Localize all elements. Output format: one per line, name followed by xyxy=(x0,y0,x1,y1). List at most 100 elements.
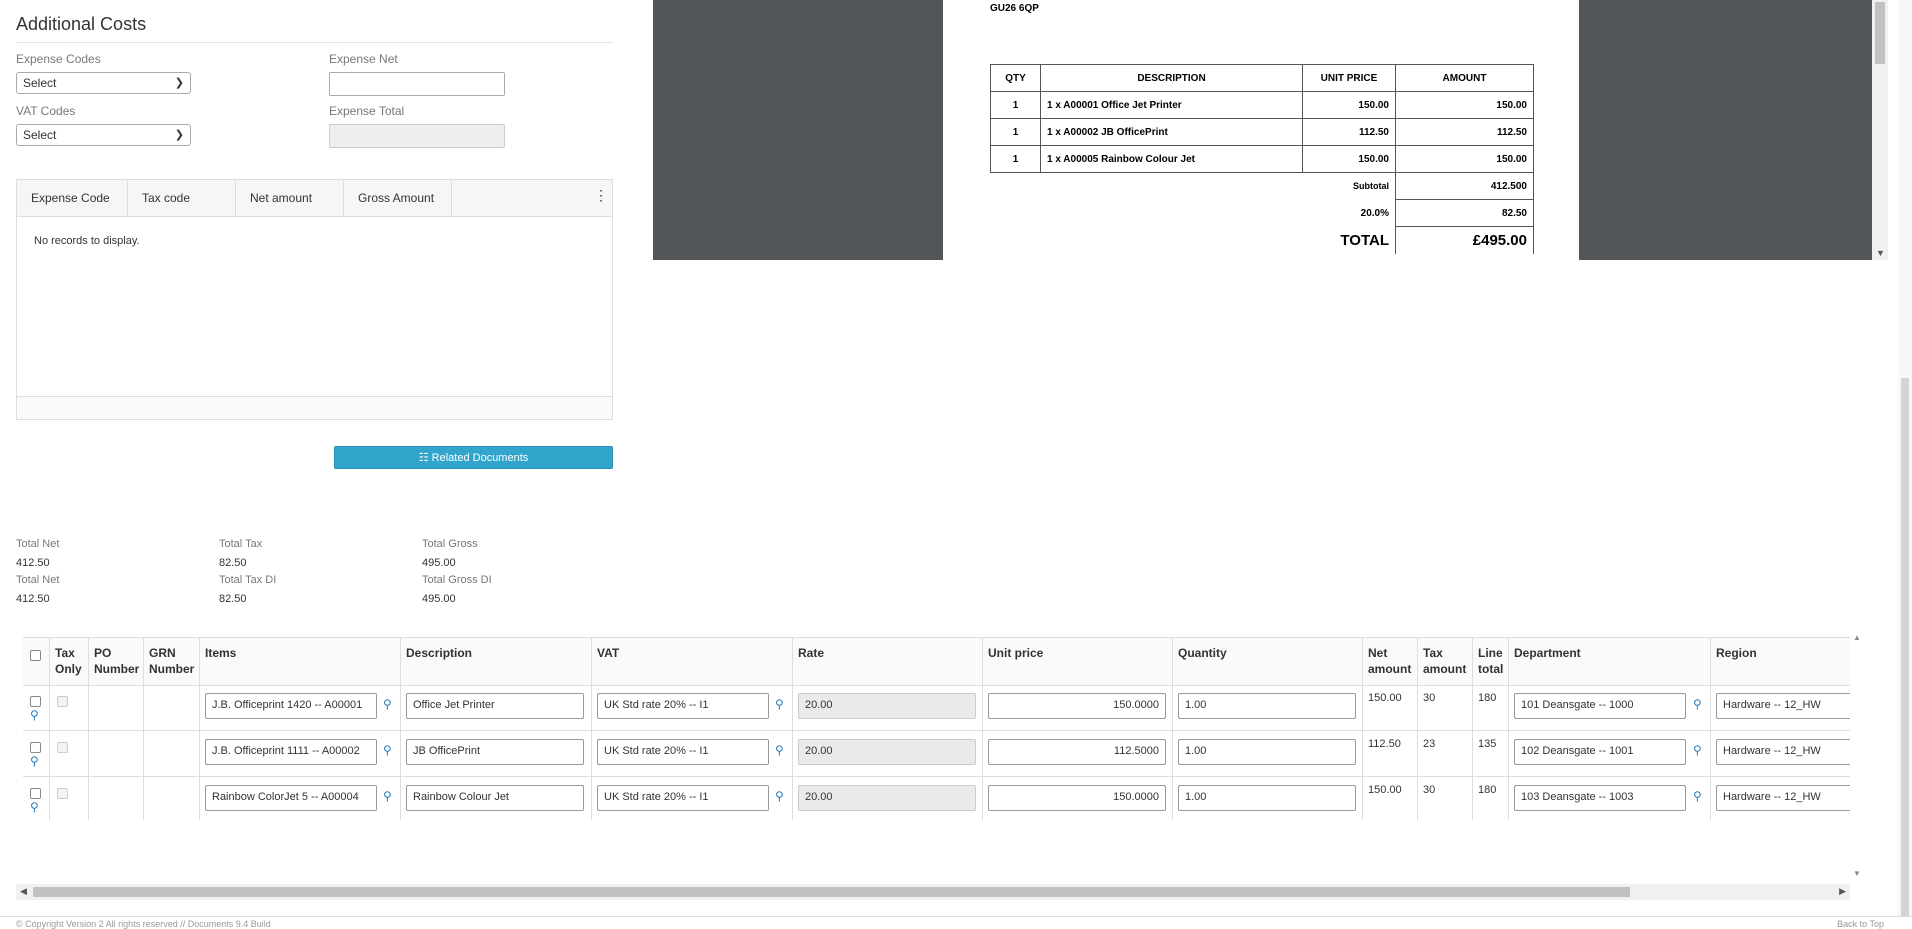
row-select-checkbox[interactable] xyxy=(30,742,41,753)
search-icon[interactable]: ⚲ xyxy=(30,800,39,814)
column-header-description[interactable]: Description xyxy=(401,638,592,685)
column-header-tax-only[interactable]: Tax Only xyxy=(50,638,89,685)
item-input[interactable]: J.B. Officeprint 1420 -- A00001 xyxy=(205,693,377,719)
preview-scrollbar-thumb[interactable] xyxy=(1875,2,1885,64)
search-icon[interactable]: ⚲ xyxy=(775,743,784,757)
preview-scrollbar[interactable]: ▼ xyxy=(1872,0,1888,260)
line-total-value: 180 xyxy=(1478,692,1497,704)
unit-price-cell: 150.0000 xyxy=(983,776,1173,820)
line-total-cell: 180 xyxy=(1473,776,1509,820)
invoice-subtotal-value: 412.500 xyxy=(1395,172,1534,200)
total-net-value: 412.50 xyxy=(16,557,50,569)
page-scrollbar-thumb[interactable] xyxy=(1901,378,1909,918)
lines-grid-vertical-scrollbar[interactable]: ▲ ▼ xyxy=(1850,633,1864,878)
vat-input[interactable]: UK Std rate 20% -- I1 xyxy=(597,785,769,811)
items-cell: J.B. Officeprint 1420 -- A00001 ⚲ xyxy=(200,684,401,730)
no-records-message: No records to display. xyxy=(34,235,140,247)
invoice-row: 1 1 x A00002 JB OfficePrint 112.50 112.5… xyxy=(990,118,1534,146)
total-tax-di: Total Tax DI 82.50 xyxy=(219,574,276,605)
select-all-cell xyxy=(23,638,50,685)
column-header-region[interactable]: Region xyxy=(1711,638,1850,685)
column-menu-icon[interactable]: ⋮ xyxy=(594,187,608,204)
expense-codes-select[interactable]: Select ❯ xyxy=(16,72,191,94)
column-header-grn-number[interactable]: GRN Number xyxy=(144,638,200,685)
search-icon[interactable]: ⚲ xyxy=(383,789,392,803)
invoice-total-label: TOTAL xyxy=(1340,231,1389,249)
region-input[interactable]: Hardware -- 12_HW xyxy=(1716,693,1850,719)
department-input[interactable]: 103 Deansgate -- 1003 xyxy=(1514,785,1686,811)
total-gross-di: Total Gross DI 495.00 xyxy=(422,574,492,605)
vat-codes-label: VAT Codes xyxy=(16,104,76,118)
tax-amount-cell: 23 xyxy=(1418,730,1473,776)
invoice-qty: 1 xyxy=(990,118,1041,146)
page-footer: © Copyright Version 2 All rights reserve… xyxy=(0,916,1912,929)
search-icon[interactable]: ⚲ xyxy=(1693,743,1702,757)
scroll-left-icon[interactable]: ◀ xyxy=(20,886,27,897)
rate-cell: 20.00 xyxy=(793,730,983,776)
row-select-checkbox[interactable] xyxy=(30,788,41,799)
search-icon[interactable]: ⚲ xyxy=(775,789,784,803)
quantity-input[interactable]: 1.00 xyxy=(1178,785,1356,811)
column-header-quantity[interactable]: Quantity xyxy=(1173,638,1363,685)
related-documents-button[interactable]: ☷ Related Documents xyxy=(334,446,613,469)
vat-input[interactable]: UK Std rate 20% -- I1 xyxy=(597,693,769,719)
additional-costs-grid-footer xyxy=(17,396,612,419)
unit-price-input[interactable]: 112.5000 xyxy=(988,739,1166,765)
column-header-net-amount[interactable]: Net amount xyxy=(1363,638,1418,685)
search-icon[interactable]: ⚲ xyxy=(383,697,392,711)
column-header-po-number[interactable]: PO Number xyxy=(89,638,144,685)
scroll-up-icon[interactable]: ▲ xyxy=(1853,633,1861,642)
description-cell: Rainbow Colour Jet xyxy=(401,776,592,820)
column-header-rate[interactable]: Rate xyxy=(793,638,983,685)
search-icon[interactable]: ⚲ xyxy=(1693,789,1702,803)
invoice-vat-label: 20.0% xyxy=(1360,207,1389,219)
description-input[interactable]: JB OfficePrint xyxy=(406,739,584,765)
column-header-unit-price[interactable]: Unit price xyxy=(983,638,1173,685)
page-scrollbar[interactable] xyxy=(1898,0,1912,928)
description-input[interactable]: Office Jet Printer xyxy=(406,693,584,719)
search-icon[interactable]: ⚲ xyxy=(775,697,784,711)
column-header-tax-amount[interactable]: Tax amount xyxy=(1418,638,1473,685)
item-input[interactable]: Rainbow ColorJet 5 -- A00004 xyxy=(205,785,377,811)
total-net-di: Total Net 412.50 xyxy=(16,574,59,605)
scroll-down-icon[interactable]: ▼ xyxy=(1876,248,1885,258)
column-header-vat[interactable]: VAT xyxy=(592,638,793,685)
vat-codes-select[interactable]: Select ❯ xyxy=(16,124,191,146)
unit-price-input[interactable]: 150.0000 xyxy=(988,693,1166,719)
total-net-di-label: Total Net xyxy=(16,574,60,586)
lines-grid-horizontal-scrollbar[interactable]: ◀ ▶ xyxy=(16,884,1850,900)
vat-input[interactable]: UK Std rate 20% -- I1 xyxy=(597,739,769,765)
column-header-gross-amount[interactable]: Gross Amount xyxy=(344,180,452,216)
description-input[interactable]: Rainbow Colour Jet xyxy=(406,785,584,811)
unit-price-input[interactable]: 150.0000 xyxy=(988,785,1166,811)
column-header-net-amount[interactable]: Net amount xyxy=(236,180,344,216)
search-icon[interactable]: ⚲ xyxy=(30,708,39,722)
invoice-unit-price: 150.00 xyxy=(1302,145,1396,173)
item-input[interactable]: J.B. Officeprint 1111 -- A00002 xyxy=(205,739,377,765)
quantity-cell: 1.00 xyxy=(1173,776,1363,820)
scroll-right-icon[interactable]: ▶ xyxy=(1839,886,1846,897)
quantity-input[interactable]: 1.00 xyxy=(1178,739,1356,765)
expense-net-label: Expense Net xyxy=(329,52,398,66)
sitemap-icon: ☷ xyxy=(418,452,429,464)
department-input[interactable]: 102 Deansgate -- 1001 xyxy=(1514,739,1686,765)
column-header-line-total[interactable]: Line total xyxy=(1473,638,1509,685)
search-icon[interactable]: ⚲ xyxy=(30,754,39,768)
row-select-checkbox[interactable] xyxy=(30,696,41,707)
select-all-checkbox[interactable] xyxy=(30,650,41,661)
scroll-down-icon[interactable]: ▼ xyxy=(1853,869,1861,878)
department-input[interactable]: 101 Deansgate -- 1000 xyxy=(1514,693,1686,719)
total-net-label: Total Net xyxy=(16,538,60,550)
horizontal-scrollbar-thumb[interactable] xyxy=(33,887,1630,897)
region-input[interactable]: Hardware -- 12_HW xyxy=(1716,785,1850,811)
column-header-department[interactable]: Department xyxy=(1509,638,1711,685)
department-cell: 102 Deansgate -- 1001 ⚲ xyxy=(1509,730,1711,776)
expense-net-input[interactable] xyxy=(329,72,505,96)
search-icon[interactable]: ⚲ xyxy=(1693,697,1702,711)
column-header-tax-code[interactable]: Tax code xyxy=(128,180,236,216)
search-icon[interactable]: ⚲ xyxy=(383,743,392,757)
column-header-items[interactable]: Items xyxy=(200,638,401,685)
quantity-input[interactable]: 1.00 xyxy=(1178,693,1356,719)
region-input[interactable]: Hardware -- 12_HW xyxy=(1716,739,1850,765)
column-header-expense-code[interactable]: Expense Code xyxy=(17,180,128,216)
